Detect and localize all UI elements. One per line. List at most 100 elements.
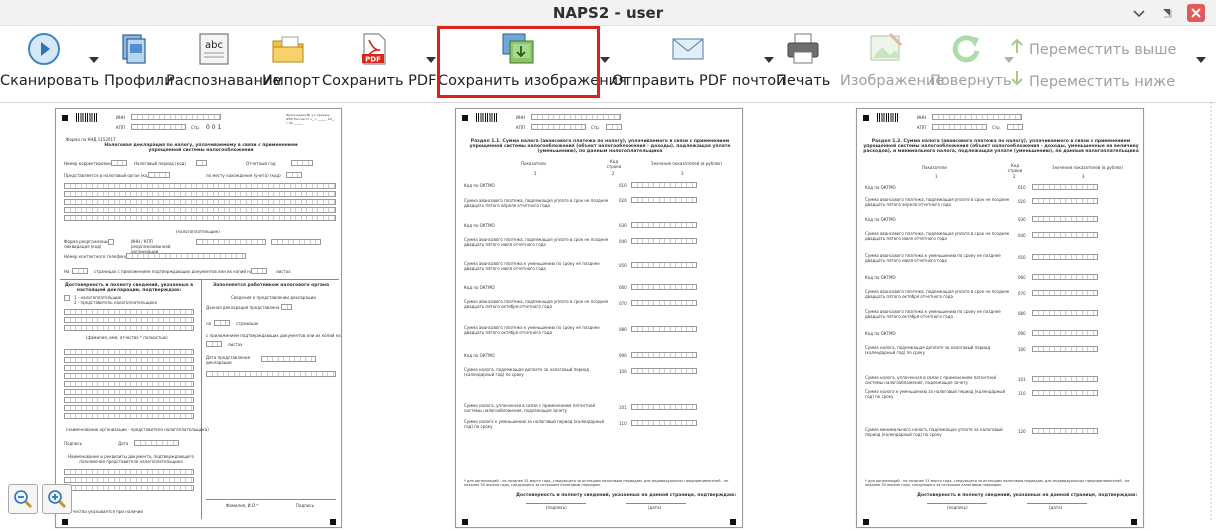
toolbar-overflow-arrow[interactable] [1196,57,1206,63]
ocr-label: Распознавание [166,73,282,89]
rotate-label: Повернуть [930,73,1012,89]
row-label: Сумма авансового платежа, подлежащая упл… [464,237,609,247]
row-code: 050 [1018,255,1026,260]
page-marker [1131,519,1137,525]
row-cells [631,238,697,244]
pages-text: страницах с приложением подтверждающих д… [94,269,253,274]
profiles-button[interactable]: Профили [104,26,174,102]
confirm-cell [64,295,70,301]
close-button[interactable] [1187,4,1205,22]
row-label: Сумма налога, подлежащая доплате за нало… [464,367,590,377]
org-cells-5 [64,381,194,387]
footnote: * Отчество указывается при наличии [64,509,143,514]
kpp-label: КПП [116,125,125,130]
col-number-1: 1 [534,171,537,176]
move-down-button[interactable]: Переместить ниже [1011,70,1175,90]
taxpayer-cells-4 [64,207,336,213]
delivery-cells [281,304,292,310]
pages-count-cells [72,268,88,274]
confirm-text: Достоверность и полноту сведений, указан… [917,493,1138,498]
printer-icon [787,33,819,64]
row-code: 100 [1018,347,1026,352]
confirm-title: Достоверность и полноту сведений, указан… [64,283,194,293]
row-cells [1032,330,1098,336]
row-cells [631,420,697,426]
row-code: 040 [1018,233,1026,238]
maximize-button[interactable] [1158,4,1176,22]
page-thumbnail-3[interactable]: ИНН КПП Стр. Раздел 1.2. Сумма налога (а… [856,108,1144,528]
import-label: Импорт [262,73,320,89]
row-code: 110 [619,421,627,426]
row-cells [1032,310,1098,316]
with-docs-label: с приложением подтверждающих документов … [206,333,341,338]
row-label: Сумма авансового платежа, подлежащая упл… [464,299,609,309]
kpp-label: КПП [516,125,525,130]
official-cells-1 [206,371,336,377]
page-thumbnail-2[interactable]: ИНН КПП Стр. Раздел 1.1. Сумма налога (а… [455,108,743,528]
zoom-out-icon [14,490,33,509]
sheets-count-cells [251,268,267,274]
page-marker [730,519,736,525]
submitted-label: Представляется в налоговый орган (код) [64,173,152,178]
move-down-label: Переместить ниже [1029,74,1176,90]
minimize-button[interactable] [1130,4,1148,22]
page-thumbnail-1[interactable]: ИНН КПП Стр. 0 0 1 Приложение № 1 к прик… [55,108,342,528]
section-heading: Раздел 1.1. Сумма налога (авансового пла… [469,139,731,154]
inn-label: ИНН [516,115,526,120]
zoom-in-button[interactable] [42,484,72,514]
rotate-icon [952,35,980,63]
zoom-in-icon [48,490,67,509]
barcode [76,113,98,122]
import-button[interactable]: Импорт [262,26,320,102]
phone-label: Номер контактного телефона [64,254,128,259]
fio-cells-1 [64,309,194,315]
row-code: 080 [1018,311,1026,316]
kpp-cells [131,124,186,130]
row-cells [631,404,697,410]
row-label: Сумма авансового платежа к уменьшению по… [865,309,1001,319]
row-cells [631,182,697,188]
on-pages-label: на [206,321,212,326]
save-images-dropdown-arrow[interactable] [600,57,610,63]
pages-on-label: На [64,269,70,274]
tax-period-label: Налоговый период (код) [134,161,186,166]
ocr-button[interactable]: abc Распознавание [166,26,282,102]
date-line [1027,503,1087,504]
row-code: 080 [619,327,627,332]
scan-label: Сканировать [0,73,100,89]
save-pdf-button[interactable]: PDF Сохранить PDF [322,26,436,102]
scan-icon [28,33,60,65]
row-label: Код по ОКТМО [865,217,896,222]
scan-button[interactable]: Сканировать [0,26,100,102]
doc-name-caption: Наименование и реквизиты документа, подт… [68,454,194,464]
image-button[interactable]: Изображение [840,26,944,102]
reorg-form-cells [108,239,114,245]
sheets-label: листах [276,269,291,274]
inn-cells [531,114,621,120]
correction-cells [111,160,127,166]
org-cells-7 [64,397,194,403]
taxpayer-cells-3 [64,199,336,205]
row-label: Сумма налога к уменьшению за налоговый п… [865,389,1006,399]
email-pdf-dropdown-arrow[interactable] [764,57,774,63]
location-label: по месту нахождения (учета) (код) [206,173,281,178]
form-code: Форма по КНД 1152017 [66,137,116,142]
vertical-scrollbar[interactable] [1208,102,1214,522]
page-marker [330,519,336,525]
col-indicators: Показатели [922,165,947,170]
save-pdf-dropdown-arrow[interactable] [426,57,436,63]
row-cells [1032,346,1098,352]
row-cells [631,368,697,374]
inn-label: ИНН [917,115,927,120]
row-label: Сумма минимального налога, подлежащая уп… [865,427,1003,437]
rotate-button[interactable]: Повернуть [930,26,1012,102]
row-cells [1032,216,1098,222]
move-up-button[interactable]: Переместить выше [1011,38,1176,58]
zoom-out-button[interactable] [8,484,38,514]
email-pdf-button[interactable]: Отправить PDF почтой [612,26,786,102]
page-marker [863,519,869,525]
row-cells [631,300,697,306]
with-docs-cells [206,341,222,347]
print-button[interactable]: Печать [776,26,830,102]
scan-dropdown-arrow[interactable] [89,57,99,63]
